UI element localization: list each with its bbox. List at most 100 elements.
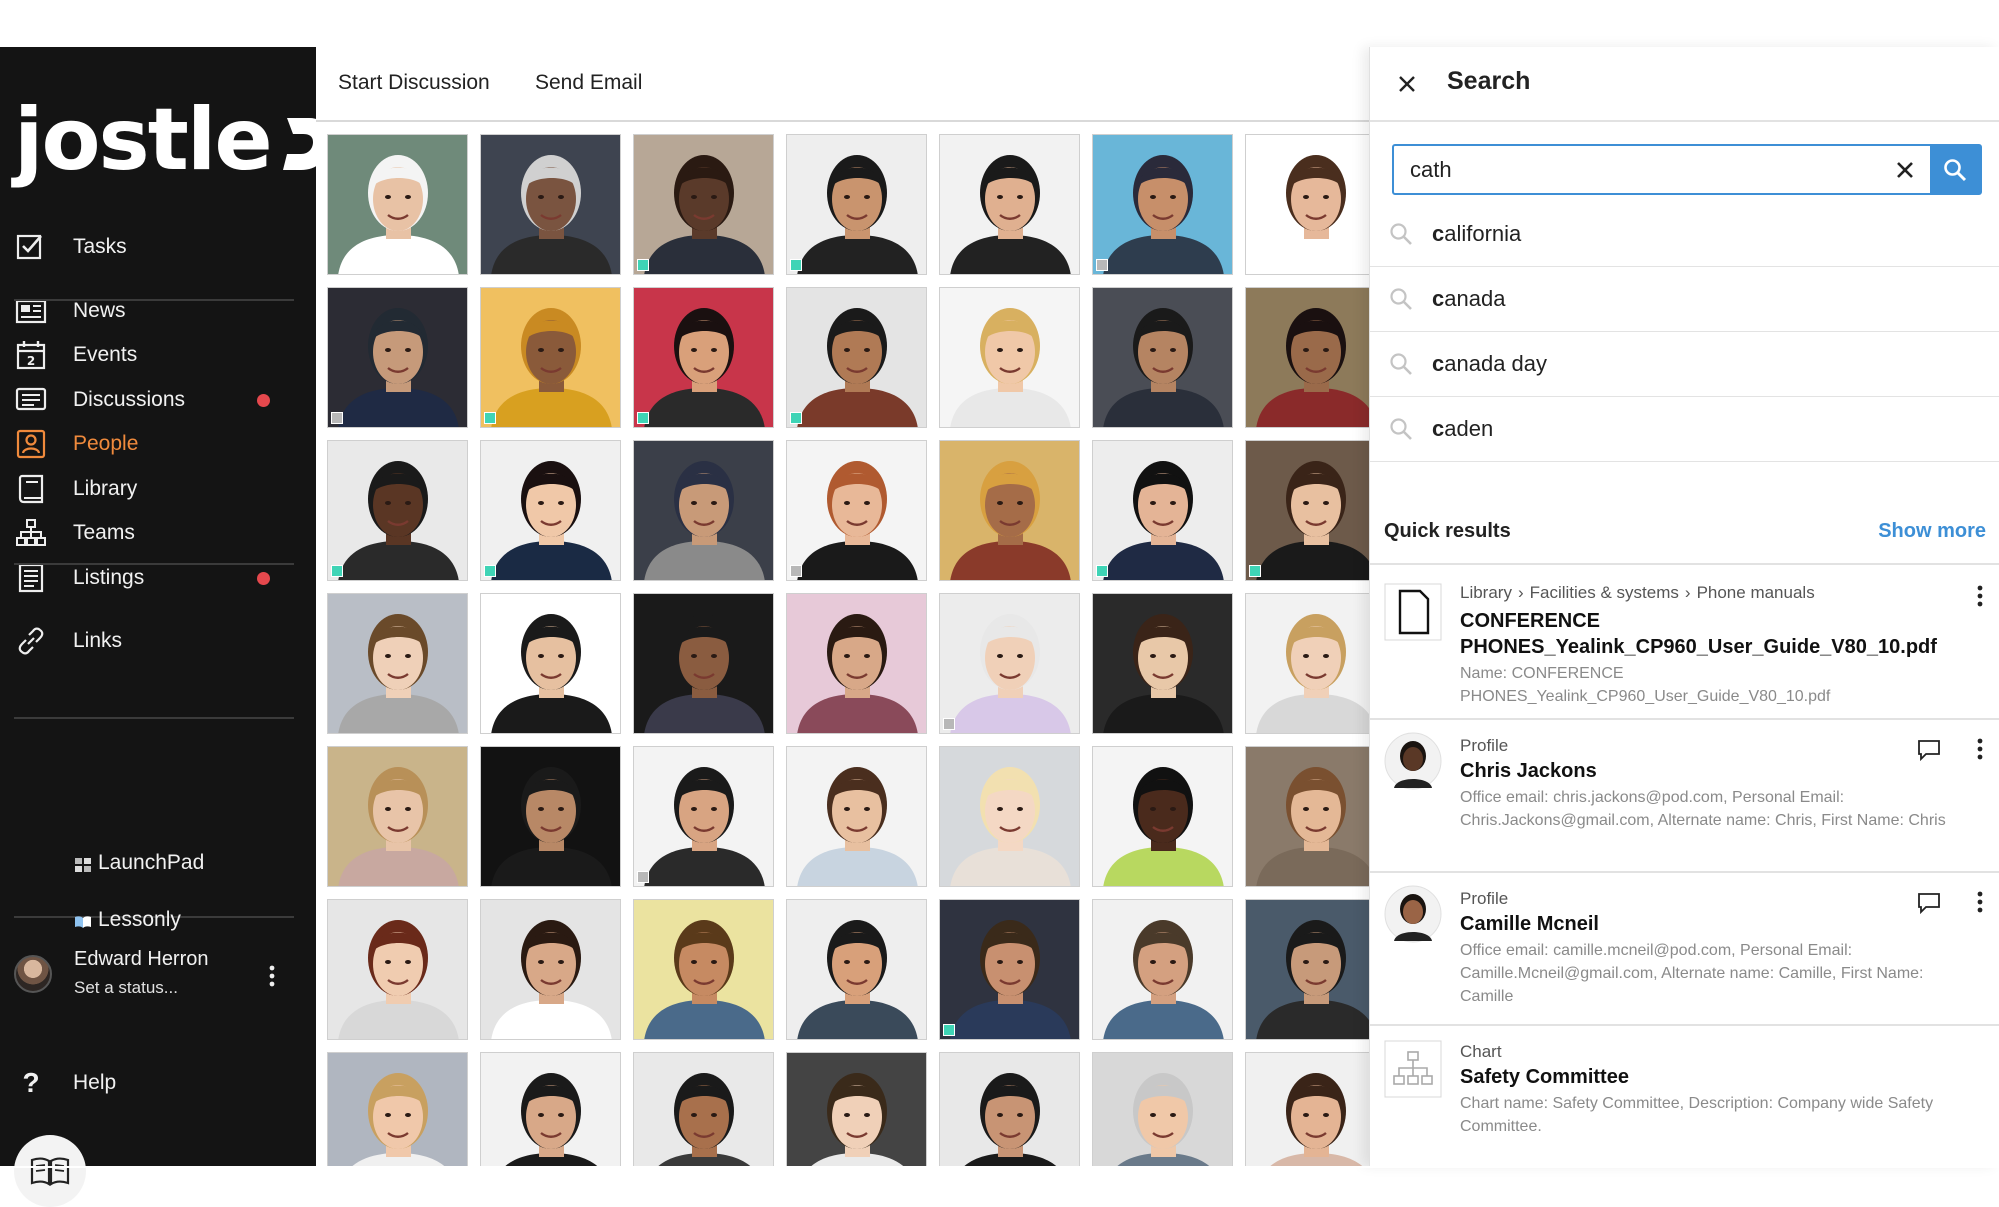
- person-tile[interactable]: [1245, 593, 1369, 734]
- person-tile[interactable]: [327, 134, 468, 275]
- link-item-lessonly[interactable]: Lessonly: [74, 902, 181, 938]
- person-tile[interactable]: [633, 287, 774, 428]
- person-tile[interactable]: [480, 746, 621, 887]
- person-tile[interactable]: [786, 134, 927, 275]
- person-tile[interactable]: [939, 593, 1080, 734]
- person-tile[interactable]: [1092, 134, 1233, 275]
- person-tile[interactable]: [480, 1052, 621, 1166]
- person-tile[interactable]: [1092, 440, 1233, 581]
- person-tile[interactable]: [786, 1052, 927, 1166]
- offline-status-indicator: [637, 871, 649, 883]
- quick-result-file[interactable]: Library › Facilities & systems › Phone manua…: [1370, 563, 1999, 718]
- person-tile[interactable]: [939, 287, 1080, 428]
- person-tile[interactable]: [786, 746, 927, 887]
- message-icon[interactable]: [1916, 891, 1942, 915]
- more-options-icon[interactable]: [1970, 889, 1990, 915]
- quick-result-profile[interactable]: Profile Camille Mcneil Office email: camil…: [1370, 871, 1999, 1024]
- offline-status-indicator: [943, 718, 955, 730]
- user-profile-menu[interactable]: Edward Herron Set a status...: [14, 942, 294, 1012]
- person-tile[interactable]: [327, 746, 468, 887]
- avatar[interactable]: [14, 955, 52, 993]
- quick-result-profile[interactable]: Profile Chris Jackons Office email: chris.…: [1370, 718, 1999, 871]
- more-options-icon[interactable]: [260, 964, 284, 988]
- person-tile[interactable]: [939, 746, 1080, 887]
- person-tile[interactable]: [633, 746, 774, 887]
- person-tile[interactable]: [1092, 1052, 1233, 1166]
- person-tile[interactable]: [1092, 899, 1233, 1040]
- person-tile[interactable]: [480, 287, 621, 428]
- person-tile[interactable]: [939, 1052, 1080, 1166]
- person-tile[interactable]: [633, 593, 774, 734]
- person-tile[interactable]: [939, 440, 1080, 581]
- message-icon[interactable]: [1916, 738, 1942, 762]
- search-submit-button[interactable]: [1930, 146, 1980, 193]
- send-email-button[interactable]: Send Email: [535, 71, 642, 95]
- person-tile[interactable]: [1245, 440, 1369, 581]
- start-discussion-button[interactable]: Start Discussion: [338, 71, 490, 95]
- person-tile[interactable]: [633, 1052, 774, 1166]
- person-tile[interactable]: [480, 134, 621, 275]
- person-tile[interactable]: [633, 899, 774, 1040]
- link-item-launchpad[interactable]: LaunchPad: [74, 845, 204, 881]
- suggestion-text: canada day: [1432, 351, 1547, 377]
- jostle-logo[interactable]: jostle: [14, 97, 337, 183]
- search-suggestion[interactable]: california: [1370, 202, 1999, 267]
- person-photo: [787, 900, 926, 1039]
- sidebar-item-discussions[interactable]: Discussions: [14, 378, 294, 422]
- person-tile[interactable]: [1092, 287, 1233, 428]
- search-suggestion[interactable]: canada: [1370, 267, 1999, 332]
- search-suggestion[interactable]: caden: [1370, 397, 1999, 462]
- sidebar-item-news[interactable]: News: [14, 289, 294, 333]
- close-icon[interactable]: [1394, 71, 1420, 97]
- person-tile[interactable]: [1092, 746, 1233, 887]
- person-tile[interactable]: [480, 440, 621, 581]
- nav-divider: [14, 299, 294, 301]
- person-tile[interactable]: [327, 1052, 468, 1166]
- person-tile[interactable]: [327, 593, 468, 734]
- person-tile[interactable]: [1245, 287, 1369, 428]
- person-tile[interactable]: [1092, 593, 1233, 734]
- more-options-icon[interactable]: [1970, 583, 1990, 609]
- breadcrumb-item[interactable]: Phone manuals: [1697, 583, 1815, 602]
- person-tile[interactable]: [786, 899, 927, 1040]
- guide-button[interactable]: [14, 1135, 86, 1207]
- breadcrumb-separator-icon: ›: [1684, 583, 1691, 602]
- person-tile[interactable]: [480, 593, 621, 734]
- search-box: [1392, 144, 1982, 195]
- person-tile[interactable]: [1245, 134, 1369, 275]
- person-tile[interactable]: [786, 287, 927, 428]
- quick-results-title: Quick results: [1384, 520, 1511, 542]
- person-tile[interactable]: [786, 440, 927, 581]
- person-tile[interactable]: [633, 134, 774, 275]
- person-photo: [1246, 1053, 1369, 1166]
- sidebar-item-people[interactable]: People: [14, 422, 294, 466]
- clear-search-button[interactable]: [1880, 146, 1930, 193]
- person-tile[interactable]: [633, 440, 774, 581]
- person-tile[interactable]: [1245, 746, 1369, 887]
- help-link[interactable]: ? Help: [14, 1067, 116, 1099]
- person-tile[interactable]: [939, 134, 1080, 275]
- breadcrumb-item[interactable]: Facilities & systems: [1530, 583, 1679, 602]
- sidebar-item-library[interactable]: Library: [14, 467, 294, 511]
- sidebar-item-tasks[interactable]: Tasks: [14, 225, 294, 269]
- sidebar-item-links[interactable]: Links: [14, 619, 294, 663]
- more-options-icon[interactable]: [1970, 736, 1990, 762]
- sidebar-item-teams[interactable]: Teams: [14, 511, 294, 555]
- person-tile[interactable]: [480, 899, 621, 1040]
- search-input[interactable]: [1394, 146, 1880, 193]
- person-tile[interactable]: [1245, 1052, 1369, 1166]
- show-more-link[interactable]: Show more: [1878, 520, 1986, 543]
- breadcrumb-item[interactable]: Library: [1460, 583, 1512, 602]
- sidebar-item-events[interactable]: 2 Events: [14, 333, 294, 377]
- online-status-indicator: [484, 565, 496, 577]
- search-icon: [1390, 223, 1412, 245]
- quick-result-chart[interactable]: Chart Safety Committee Chart name: Safety …: [1370, 1024, 1999, 1166]
- search-suggestion[interactable]: canada day: [1370, 332, 1999, 397]
- person-tile[interactable]: [327, 899, 468, 1040]
- person-tile[interactable]: [327, 440, 468, 581]
- person-tile[interactable]: [1245, 899, 1369, 1040]
- person-tile[interactable]: [327, 287, 468, 428]
- person-tile[interactable]: [786, 593, 927, 734]
- set-status-link[interactable]: Set a status...: [74, 978, 178, 998]
- person-tile[interactable]: [939, 899, 1080, 1040]
